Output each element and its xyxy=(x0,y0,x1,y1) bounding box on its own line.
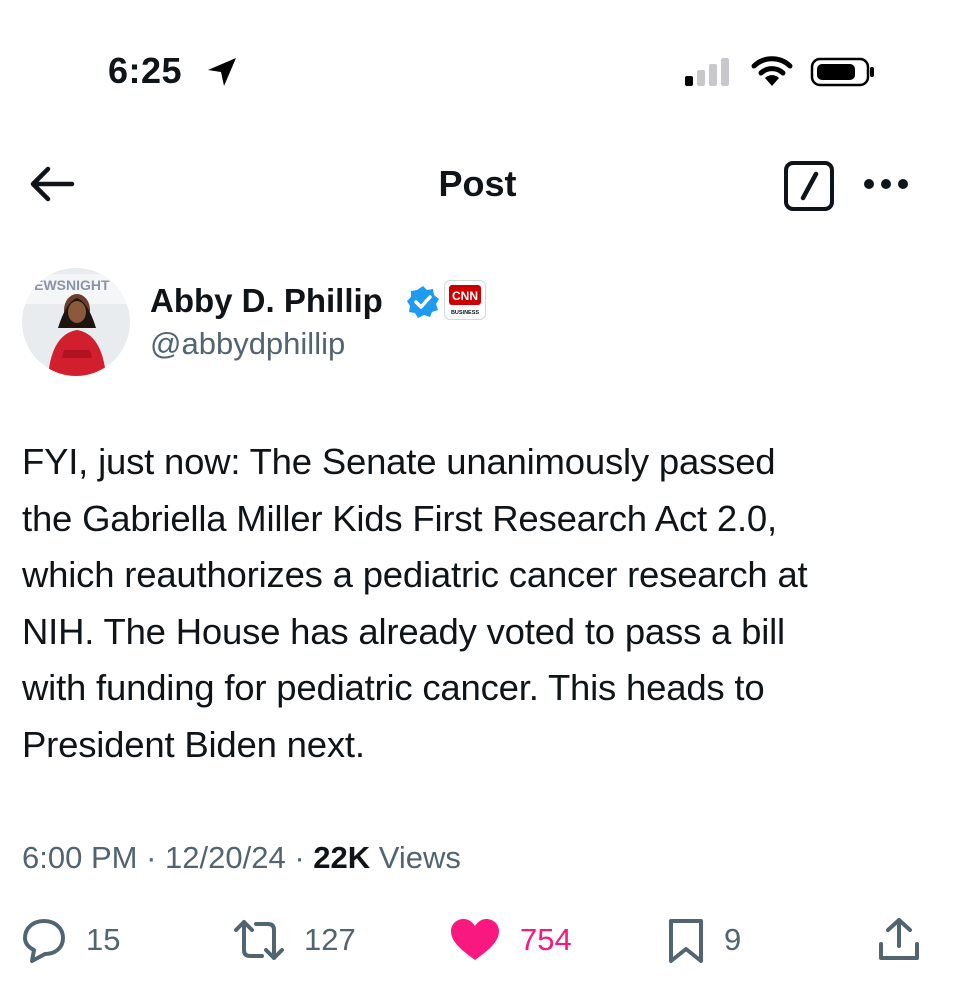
svg-text:CNN: CNN xyxy=(452,289,478,303)
battery-icon xyxy=(810,57,876,92)
views-label[interactable]: Views xyxy=(379,840,461,875)
cnn-logo-icon: CNN BUSINESS xyxy=(449,285,481,316)
share-button[interactable] xyxy=(876,912,922,968)
bookmark-icon xyxy=(669,919,703,963)
affiliate-badge[interactable]: CNN BUSINESS xyxy=(444,280,486,320)
share-icon xyxy=(879,918,919,960)
like-count: 754 xyxy=(520,922,572,957)
bookmark-count: 9 xyxy=(724,922,742,957)
post-date[interactable]: 12/20/24 xyxy=(165,840,286,875)
post-metadata: 6:00 PM · 12/20/24 · 22K Views xyxy=(22,840,461,876)
verified-badge-icon xyxy=(405,284,441,325)
svg-text:BUSINESS: BUSINESS xyxy=(451,310,479,316)
meta-separator: · xyxy=(294,840,305,875)
author-handle[interactable]: @abbydphillip xyxy=(150,326,345,362)
post-text: FYI, just now: The Senate unanimously pa… xyxy=(22,441,808,765)
location-arrow-icon xyxy=(206,56,238,93)
more-options-button[interactable] xyxy=(858,166,914,202)
repost-button[interactable]: 127 xyxy=(232,912,356,968)
bookmark-button[interactable]: 9 xyxy=(666,912,741,968)
avatar-image: NEWSNIGHT xyxy=(22,268,130,376)
reply-button[interactable]: 15 xyxy=(20,912,120,968)
repost-count: 127 xyxy=(304,922,356,957)
views-count[interactable]: 22K xyxy=(313,840,370,875)
meta-separator: · xyxy=(146,840,157,875)
avatar[interactable]: NEWSNIGHT xyxy=(22,268,130,376)
wifi-icon xyxy=(750,54,794,93)
compose-icon xyxy=(784,161,834,211)
heart-icon xyxy=(451,919,499,960)
avatar-logo-text: NEWSNIGHT xyxy=(24,277,110,293)
author-name[interactable]: Abby D. Phillip xyxy=(150,282,383,320)
reply-icon xyxy=(23,919,65,963)
cellular-signal-icon xyxy=(683,56,733,93)
status-time: 6:25 xyxy=(108,50,183,91)
like-button[interactable]: 754 xyxy=(448,912,572,968)
compose-button[interactable] xyxy=(783,160,835,212)
more-horizontal-icon xyxy=(864,179,908,189)
post-time[interactable]: 6:00 PM xyxy=(22,840,137,875)
repost-icon xyxy=(234,920,284,960)
reply-count: 15 xyxy=(86,922,121,957)
